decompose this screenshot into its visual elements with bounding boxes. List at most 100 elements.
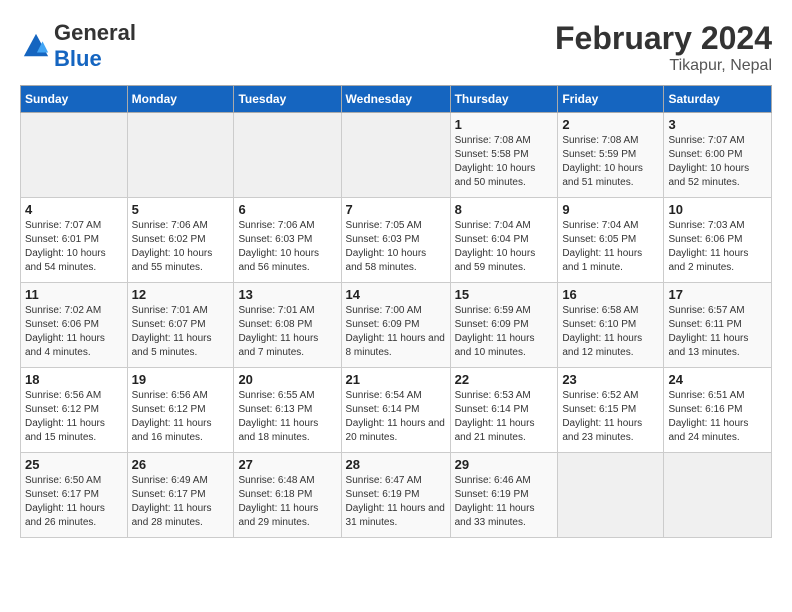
calendar-cell: 10Sunrise: 7:03 AMSunset: 6:06 PMDayligh… <box>664 198 772 283</box>
day-number: 19 <box>132 372 230 387</box>
calendar-cell: 3 Sunrise: 7:07 AMSunset: 6:00 PMDaylight… <box>664 113 772 198</box>
day-info: Sunrise: 6:50 AMSunset: 6:17 PMDaylight:… <box>25 474 123 530</box>
day-number: 29 <box>455 457 554 472</box>
day-info: Sunrise: 6:49 AMSunset: 6:17 PMDaylight:… <box>132 474 230 530</box>
day-info: Sunrise: 7:07 AMSunset: 6:01 PMDaylight:… <box>25 219 123 275</box>
day-number: 25 <box>25 457 123 472</box>
logo: General Blue <box>20 20 136 72</box>
header-monday: Monday <box>127 86 234 113</box>
logo-icon <box>22 32 50 60</box>
calendar-cell <box>21 113 128 198</box>
calendar-cell <box>127 113 234 198</box>
calendar-cell: 8 Sunrise: 7:04 AMSunset: 6:04 PMDaylight… <box>450 198 558 283</box>
calendar-cell: 2 Sunrise: 7:08 AMSunset: 5:59 PMDaylight… <box>558 113 664 198</box>
day-number: 8 <box>455 202 554 217</box>
header-saturday: Saturday <box>664 86 772 113</box>
day-info: Sunrise: 7:01 AMSunset: 6:07 PMDaylight:… <box>132 304 230 360</box>
day-info: Sunrise: 6:55 AMSunset: 6:13 PMDaylight:… <box>238 389 336 445</box>
calendar-cell: 14 Sunrise: 7:00 AMSunset: 6:09 PMDayligh… <box>341 283 450 368</box>
calendar-cell: 25 Sunrise: 6:50 AMSunset: 6:17 PMDayligh… <box>21 453 128 538</box>
day-info: Sunrise: 7:08 AMSunset: 5:59 PMDaylight:… <box>562 134 659 190</box>
day-number: 13 <box>238 287 336 302</box>
day-info: Sunrise: 7:01 AMSunset: 6:08 PMDaylight:… <box>238 304 336 360</box>
day-info: Sunrise: 6:56 AMSunset: 6:12 PMDaylight:… <box>132 389 230 445</box>
calendar-cell <box>341 113 450 198</box>
calendar-cell: 15 Sunrise: 6:59 AMSunset: 6:09 PMDayligh… <box>450 283 558 368</box>
header-sunday: Sunday <box>21 86 128 113</box>
calendar-cell: 16 Sunrise: 6:58 AMSunset: 6:10 PMDayligh… <box>558 283 664 368</box>
header-wednesday: Wednesday <box>341 86 450 113</box>
day-info: Sunrise: 6:47 AMSunset: 6:19 PMDaylight:… <box>346 474 446 530</box>
day-number: 2 <box>562 117 659 132</box>
day-number: 5 <box>132 202 230 217</box>
week-row-1: 4 Sunrise: 7:07 AMSunset: 6:01 PMDaylight… <box>21 198 772 283</box>
day-number: 28 <box>346 457 446 472</box>
calendar-cell: 11Sunrise: 7:02 AMSunset: 6:06 PMDayligh… <box>21 283 128 368</box>
day-info: Sunrise: 6:48 AMSunset: 6:18 PMDaylight:… <box>238 474 336 530</box>
calendar-cell: 9 Sunrise: 7:04 AMSunset: 6:05 PMDaylight… <box>558 198 664 283</box>
calendar-cell: 18Sunrise: 6:56 AMSunset: 6:12 PMDayligh… <box>21 368 128 453</box>
logo-blue-text: Blue <box>54 46 102 71</box>
day-info: Sunrise: 6:53 AMSunset: 6:14 PMDaylight:… <box>455 389 554 445</box>
calendar-cell: 23Sunrise: 6:52 AMSunset: 6:15 PMDayligh… <box>558 368 664 453</box>
calendar-cell <box>234 113 341 198</box>
day-number: 23 <box>562 372 659 387</box>
day-number: 26 <box>132 457 230 472</box>
day-info: Sunrise: 7:06 AMSunset: 6:03 PMDaylight:… <box>238 219 336 275</box>
day-info: Sunrise: 6:59 AMSunset: 6:09 PMDaylight:… <box>455 304 554 360</box>
day-info: Sunrise: 7:07 AMSunset: 6:00 PMDaylight:… <box>668 134 767 190</box>
day-info: Sunrise: 7:06 AMSunset: 6:02 PMDaylight:… <box>132 219 230 275</box>
calendar-cell: 22 Sunrise: 6:53 AMSunset: 6:14 PMDayligh… <box>450 368 558 453</box>
day-info: Sunrise: 6:56 AMSunset: 6:12 PMDaylight:… <box>25 389 123 445</box>
day-number: 3 <box>668 117 767 132</box>
calendar-cell: 27Sunrise: 6:48 AMSunset: 6:18 PMDayligh… <box>234 453 341 538</box>
calendar-cell: 4 Sunrise: 7:07 AMSunset: 6:01 PMDaylight… <box>21 198 128 283</box>
day-info: Sunrise: 6:58 AMSunset: 6:10 PMDaylight:… <box>562 304 659 360</box>
day-number: 1 <box>455 117 554 132</box>
calendar-table: SundayMondayTuesdayWednesdayThursdayFrid… <box>20 85 772 538</box>
title-block: February 2024 Tikapur, Nepal <box>555 20 772 75</box>
day-number: 14 <box>346 287 446 302</box>
day-number: 21 <box>346 372 446 387</box>
header-tuesday: Tuesday <box>234 86 341 113</box>
calendar-cell: 24 Sunrise: 6:51 AMSunset: 6:16 PMDayligh… <box>664 368 772 453</box>
day-info: Sunrise: 6:57 AMSunset: 6:11 PMDaylight:… <box>668 304 767 360</box>
day-number: 22 <box>455 372 554 387</box>
logo-general-text: General <box>54 20 136 45</box>
day-number: 4 <box>25 202 123 217</box>
calendar-body: 1 Sunrise: 7:08 AMSunset: 5:58 PMDaylight… <box>21 113 772 538</box>
week-row-3: 18Sunrise: 6:56 AMSunset: 6:12 PMDayligh… <box>21 368 772 453</box>
calendar-cell: 1 Sunrise: 7:08 AMSunset: 5:58 PMDaylight… <box>450 113 558 198</box>
day-number: 7 <box>346 202 446 217</box>
calendar-cell: 5 Sunrise: 7:06 AMSunset: 6:02 PMDaylight… <box>127 198 234 283</box>
calendar-cell: 21 Sunrise: 6:54 AMSunset: 6:14 PMDayligh… <box>341 368 450 453</box>
calendar-cell: 12 Sunrise: 7:01 AMSunset: 6:07 PMDayligh… <box>127 283 234 368</box>
calendar-cell: 20Sunrise: 6:55 AMSunset: 6:13 PMDayligh… <box>234 368 341 453</box>
header-friday: Friday <box>558 86 664 113</box>
day-info: Sunrise: 6:51 AMSunset: 6:16 PMDaylight:… <box>668 389 767 445</box>
day-info: Sunrise: 7:08 AMSunset: 5:58 PMDaylight:… <box>455 134 554 190</box>
calendar-cell: 6 Sunrise: 7:06 AMSunset: 6:03 PMDaylight… <box>234 198 341 283</box>
day-number: 16 <box>562 287 659 302</box>
day-number: 6 <box>238 202 336 217</box>
page-title: February 2024 <box>555 20 772 57</box>
calendar-cell: 13 Sunrise: 7:01 AMSunset: 6:08 PMDayligh… <box>234 283 341 368</box>
day-info: Sunrise: 7:03 AMSunset: 6:06 PMDaylight:… <box>668 219 767 275</box>
day-number: 11 <box>25 287 123 302</box>
day-number: 17 <box>668 287 767 302</box>
day-number: 9 <box>562 202 659 217</box>
day-number: 24 <box>668 372 767 387</box>
day-info: Sunrise: 7:04 AMSunset: 6:04 PMDaylight:… <box>455 219 554 275</box>
calendar-header-row: SundayMondayTuesdayWednesdayThursdayFrid… <box>21 86 772 113</box>
page-header: General Blue February 2024 Tikapur, Nepa… <box>20 20 772 75</box>
day-info: Sunrise: 7:05 AMSunset: 6:03 PMDaylight:… <box>346 219 446 275</box>
day-number: 15 <box>455 287 554 302</box>
day-info: Sunrise: 7:00 AMSunset: 6:09 PMDaylight:… <box>346 304 446 360</box>
page-subtitle: Tikapur, Nepal <box>555 57 772 75</box>
calendar-cell <box>558 453 664 538</box>
day-info: Sunrise: 7:04 AMSunset: 6:05 PMDaylight:… <box>562 219 659 275</box>
week-row-2: 11Sunrise: 7:02 AMSunset: 6:06 PMDayligh… <box>21 283 772 368</box>
day-info: Sunrise: 6:54 AMSunset: 6:14 PMDaylight:… <box>346 389 446 445</box>
day-number: 12 <box>132 287 230 302</box>
calendar-cell: 17 Sunrise: 6:57 AMSunset: 6:11 PMDayligh… <box>664 283 772 368</box>
